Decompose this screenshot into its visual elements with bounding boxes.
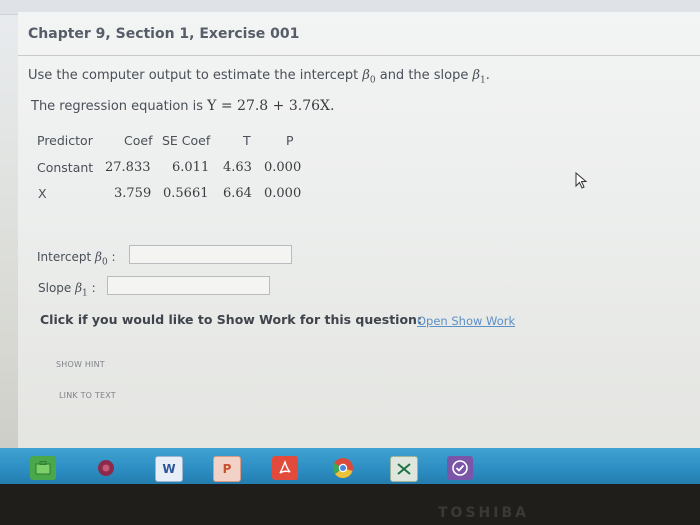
question-part-2: and the slope [375,68,473,83]
row-x-se: 0.5661 [163,186,209,201]
row-constant-t: 4.63 [223,160,252,175]
intercept-input[interactable] [129,245,292,264]
screen: Chapter 9, Section 1, Exercise 001 Use t… [0,0,700,490]
row-x-label: X [38,186,47,201]
open-show-work-link[interactable]: Open Show Work [417,314,515,328]
col-header-t: T [243,133,251,148]
acrobat-icon[interactable] [272,456,298,480]
laptop-brand-logo: TOSHIBA [438,505,529,521]
chrome-icon[interactable] [330,456,356,480]
regression-equation: The regression equation is Y = 27.8 + 3.… [31,98,334,114]
row-x-p: 0.000 [264,186,302,201]
link-to-text-button[interactable]: LINK TO TEXT [59,391,116,400]
powerpoint-icon[interactable]: P [213,456,241,482]
show-work-prompt: Click if you would like to Show Work for… [40,312,422,327]
row-constant-p: 0.000 [264,160,302,175]
intercept-label: Intercept β0 : [37,250,116,268]
row-x-coef: 3.759 [114,186,152,201]
col-header-p: P [286,133,294,148]
beta1-symbol: β1 [75,281,88,299]
row-constant-se: 6.011 [172,160,210,175]
header-divider [18,55,700,56]
media-icon[interactable] [447,456,473,480]
row-x-t: 6.64 [223,186,252,201]
question-part-3: . [485,68,490,83]
slope-label: Slope β1 : [38,281,96,299]
regression-prefix: The regression equation is [31,99,208,114]
col-header-se-coef: SE Coef [162,133,211,148]
page-title: Chapter 9, Section 1, Exercise 001 [28,26,300,42]
col-header-predictor: Predictor [37,133,93,148]
app-icon[interactable] [93,456,119,480]
store-icon[interactable] [30,456,56,480]
beta0-symbol: β0 [95,250,108,268]
col-header-coef: Coef [124,133,153,148]
beta1-symbol: β1 [472,68,486,86]
slope-input[interactable] [107,276,270,295]
laptop-bezel [0,484,700,525]
show-hint-button[interactable]: SHOW HINT [56,360,105,369]
row-constant-label: Constant [37,160,94,175]
question-text: Use the computer output to estimate the … [28,68,490,86]
question-part-1: Use the computer output to estimate the … [28,68,363,83]
excel-icon[interactable] [390,456,418,482]
regression-formula: Y = 27.8 + 3.76X. [207,98,335,114]
word-icon[interactable]: W [155,456,183,482]
row-constant-coef: 27.833 [105,160,151,175]
mouse-cursor-icon [575,172,588,189]
beta0-symbol: β0 [362,68,376,86]
